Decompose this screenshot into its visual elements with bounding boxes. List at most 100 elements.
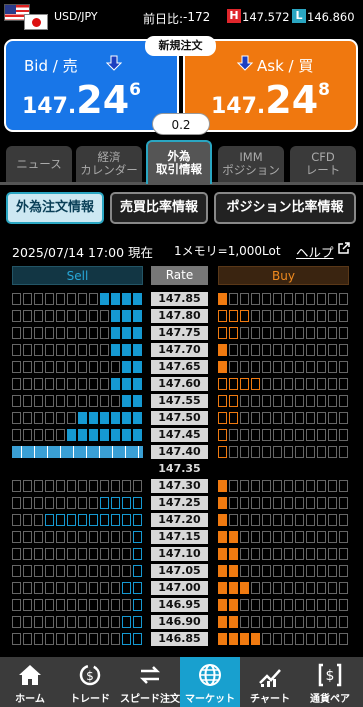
- tab-fx-trading-info[interactable]: 外為 取引情報: [146, 140, 212, 184]
- sell-cell: [122, 497, 131, 509]
- tab-buy-sell-ratio[interactable]: 売買比率情報: [110, 192, 208, 224]
- buy-cell: [229, 548, 238, 560]
- buy-cell: [218, 616, 227, 628]
- buy-cell: [251, 565, 260, 577]
- buy-cell: [273, 446, 282, 458]
- sell-cell: [45, 497, 54, 509]
- sell-cell: [133, 599, 142, 611]
- buy-order-row: 147.20: [0, 512, 363, 528]
- buy-cell: [306, 361, 315, 373]
- sell-cell: [56, 480, 65, 492]
- current-rate: 147.35: [158, 462, 201, 475]
- buy-cell: [328, 633, 337, 645]
- buy-cell: [295, 446, 304, 458]
- buy-cell: [306, 293, 315, 305]
- sell-cell: [122, 582, 131, 594]
- buy-cell: [273, 616, 282, 628]
- nav-currency-pair[interactable]: $ 通貨ペア: [300, 657, 363, 707]
- sell-cell: [23, 497, 32, 509]
- external-link-icon[interactable]: [338, 242, 350, 254]
- buy-cell: [218, 327, 227, 339]
- buy-cell: [306, 395, 315, 407]
- scale-unit: 1メモリ=1,000Lot: [174, 244, 281, 258]
- buy-cell: [295, 582, 304, 594]
- sell-cell: [67, 565, 76, 577]
- sell-order-row: 147.65: [0, 359, 363, 375]
- currency-flags-icon[interactable]: [4, 4, 50, 30]
- nav-label: チャート: [250, 694, 290, 705]
- buy-cell: [306, 310, 315, 322]
- spread-value: 0.2: [152, 113, 210, 135]
- sell-cell: [34, 327, 43, 339]
- buy-cell: [328, 361, 337, 373]
- new-order-tab[interactable]: 新規注文: [145, 36, 216, 56]
- category-tab-label: CFD レート: [306, 151, 341, 177]
- buy-cell: [284, 395, 293, 407]
- sell-cell: [100, 582, 109, 594]
- currency-pair-label[interactable]: USD/JPY: [54, 10, 98, 23]
- nav-trade[interactable]: $ トレード: [60, 657, 120, 707]
- sell-cell: [133, 361, 142, 373]
- buy-cell: [262, 378, 271, 390]
- buy-cell: [306, 514, 315, 526]
- sell-cell: [67, 531, 76, 543]
- sell-cell: [34, 616, 43, 628]
- buy-cell: [295, 548, 304, 560]
- sell-cell: [23, 310, 32, 322]
- buy-cell: [317, 565, 326, 577]
- sell-cell: [100, 633, 109, 645]
- buy-cell: [306, 480, 315, 492]
- buy-cell: [306, 548, 315, 560]
- nav-speed-order[interactable]: スピード注文: [120, 657, 180, 707]
- bid-label: Bid / 売: [24, 57, 78, 75]
- buy-cell: [229, 378, 238, 390]
- ask-price: 147.248: [211, 78, 330, 122]
- buy-cell: [295, 293, 304, 305]
- sell-cell: [67, 582, 76, 594]
- buy-cell: [306, 531, 315, 543]
- ask-price-pips: 24: [265, 78, 319, 122]
- sell-cell: [122, 361, 131, 373]
- buy-cell: [328, 378, 337, 390]
- rate-label: 147.05: [151, 564, 208, 578]
- tab-position-ratio[interactable]: ポジション比率情報: [214, 192, 356, 224]
- sell-cell: [100, 429, 109, 441]
- nav-home[interactable]: ホーム: [0, 657, 60, 707]
- buy-cell: [251, 395, 260, 407]
- help-link[interactable]: ヘルプ: [296, 242, 334, 261]
- sell-order-row: 147.45: [0, 427, 363, 443]
- buy-cell: [262, 616, 271, 628]
- sell-cell: [67, 310, 76, 322]
- sell-cell: [89, 582, 98, 594]
- bid-price: 147.246: [22, 78, 141, 122]
- tab-news[interactable]: ニュース: [6, 146, 72, 182]
- sell-cell: [12, 582, 21, 594]
- tab-fx-order-info[interactable]: 外為注文情報: [6, 192, 104, 224]
- buy-cell: [218, 497, 227, 509]
- nav-chart[interactable]: チャート: [240, 657, 300, 707]
- tab-cfd-rate[interactable]: CFD レート: [290, 146, 356, 182]
- sell-cell: [111, 480, 120, 492]
- sell-cell: [78, 378, 87, 390]
- sell-cell: [122, 310, 131, 322]
- buy-cell: [339, 446, 348, 458]
- sell-cell: [111, 429, 120, 441]
- sell-cell: [89, 344, 98, 356]
- sell-cell: [78, 582, 87, 594]
- buy-cell: [218, 378, 227, 390]
- buy-cell: [218, 293, 227, 305]
- buy-cell: [262, 310, 271, 322]
- buy-cell: [306, 599, 315, 611]
- sell-cell: [56, 565, 65, 577]
- tab-imm-position[interactable]: IMM ポジション: [218, 146, 284, 182]
- buy-cell: [317, 480, 326, 492]
- buy-cell: [251, 293, 260, 305]
- category-tab-label: IMM ポジション: [222, 151, 280, 177]
- buy-cell: [229, 293, 238, 305]
- sell-cell: [34, 293, 43, 305]
- sell-cell: [67, 344, 76, 356]
- tab-economic-calendar[interactable]: 経済 カレンダー: [76, 146, 142, 182]
- sell-cell: [111, 327, 120, 339]
- nav-market[interactable]: マーケット: [180, 657, 240, 707]
- sell-cell: [12, 497, 21, 509]
